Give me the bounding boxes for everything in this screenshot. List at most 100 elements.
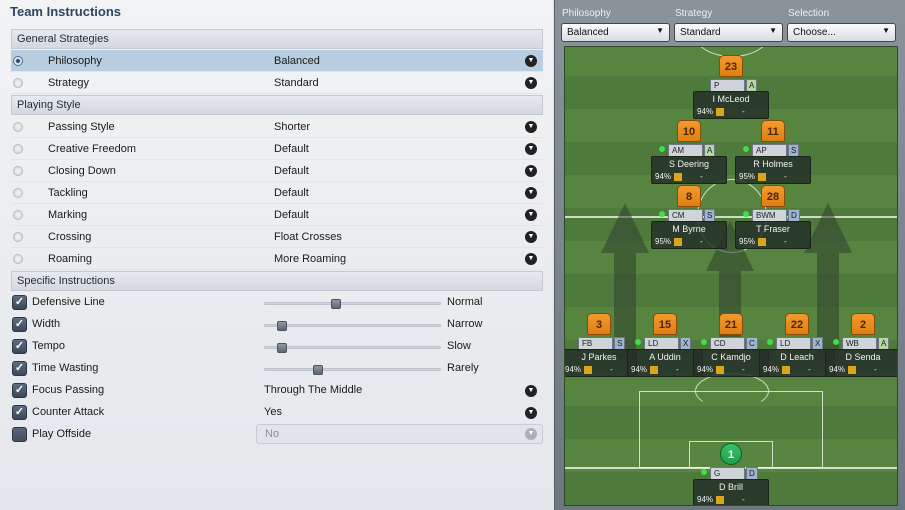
dropdown-value[interactable]: Yes bbox=[264, 406, 282, 418]
section-general-strategies: General Strategies bbox=[11, 29, 543, 49]
dropdown-value[interactable]: Through The Middle bbox=[264, 384, 362, 396]
condition-icon bbox=[758, 172, 767, 181]
role-badge[interactable]: GD bbox=[701, 467, 758, 480]
radio-icon[interactable] bbox=[13, 188, 23, 198]
dropdown-icon[interactable]: ▼ bbox=[525, 165, 537, 177]
player-card[interactable]: 22 LD X D Leach 94% - bbox=[759, 313, 835, 379]
dropdown-icon[interactable]: ▼ bbox=[525, 143, 537, 155]
row-value[interactable]: Float Crosses bbox=[274, 231, 342, 243]
row-passing-style[interactable]: Passing Style Shorter ▼ bbox=[11, 116, 543, 138]
dropdown-icon[interactable]: ▼ bbox=[525, 77, 537, 89]
player-card[interactable]: 21 CD C C Kamdjo 94% - bbox=[693, 313, 769, 379]
strategy-dropdown[interactable]: Standard ▼ bbox=[674, 23, 783, 42]
dropdown-icon[interactable]: ▼ bbox=[525, 385, 537, 397]
checkbox-icon[interactable]: ✓ bbox=[12, 317, 27, 332]
shirt-icon: 22 bbox=[785, 313, 809, 335]
role-badge[interactable]: PA bbox=[710, 79, 758, 92]
slider-track[interactable] bbox=[264, 299, 441, 309]
slider-thumb[interactable] bbox=[277, 321, 287, 331]
dropdown-value: No bbox=[265, 428, 280, 440]
radio-icon[interactable] bbox=[13, 210, 23, 220]
row-value[interactable]: More Roaming bbox=[274, 253, 346, 265]
row-focus-passing[interactable]: ✓ Focus Passing Through The Middle ▼ bbox=[11, 380, 543, 402]
slider-thumb[interactable] bbox=[331, 299, 341, 309]
player-card[interactable]: 10 AM A S Deering 94% - bbox=[651, 120, 727, 186]
radio-icon[interactable] bbox=[13, 232, 23, 242]
radio-icon[interactable] bbox=[13, 166, 23, 176]
dropdown-icon[interactable]: ▼ bbox=[525, 187, 537, 199]
rating: - bbox=[742, 495, 745, 504]
role-badge[interactable]: LD X bbox=[635, 337, 692, 350]
condition-icon bbox=[674, 172, 683, 181]
dropdown-icon[interactable]: ▼ bbox=[525, 209, 537, 221]
dropdown-icon[interactable]: ▼ bbox=[525, 253, 537, 265]
slider-track[interactable] bbox=[264, 365, 441, 375]
player-card[interactable]: 8 CM S M Byrne 95% - bbox=[651, 185, 727, 251]
dropdown-icon[interactable]: ▼ bbox=[525, 55, 537, 67]
name-box: S Deering 94% - bbox=[651, 156, 727, 184]
radio-icon[interactable] bbox=[13, 254, 23, 264]
row-roaming[interactable]: Roaming More Roaming ▼ bbox=[11, 248, 543, 270]
player-card[interactable]: 28 BWM D T Fraser 95% - bbox=[735, 185, 811, 251]
row-counter-attack[interactable]: ✓ Counter Attack Yes ▼ bbox=[11, 402, 543, 424]
philosophy-dropdown[interactable]: Balanced ▼ bbox=[561, 23, 670, 42]
checkbox-icon[interactable]: ✓ bbox=[12, 361, 27, 376]
role-badge[interactable]: CM S bbox=[659, 209, 716, 222]
slider-track[interactable] bbox=[264, 343, 441, 353]
shirt-icon: 11 bbox=[761, 120, 785, 142]
player-name: S Deering bbox=[668, 159, 710, 169]
row-value[interactable]: Standard bbox=[274, 77, 319, 89]
radio-icon[interactable] bbox=[13, 122, 23, 132]
selection-dropdown[interactable]: Choose... ▼ bbox=[787, 23, 896, 42]
row-philosophy[interactable]: Philosophy Balanced ▼ bbox=[11, 50, 543, 72]
row-strategy[interactable]: Strategy Standard ▼ bbox=[11, 72, 543, 94]
checkbox-icon[interactable] bbox=[12, 427, 27, 442]
row-closing-down[interactable]: Closing Down Default ▼ bbox=[11, 160, 543, 182]
condition-value: 94% bbox=[697, 495, 714, 504]
player-card[interactable]: 2 WB A D Senda 94% - bbox=[825, 313, 897, 379]
dropdown-icon[interactable]: ▼ bbox=[525, 407, 537, 419]
row-tackling[interactable]: Tackling Default ▼ bbox=[11, 182, 543, 204]
slider-thumb[interactable] bbox=[313, 365, 323, 375]
player-card[interactable]: 23 PA I McLeod 94% - bbox=[693, 55, 769, 121]
role-badge[interactable]: WB A bbox=[833, 337, 890, 350]
checkbox-icon[interactable]: ✓ bbox=[12, 383, 27, 398]
player-card[interactable]: 1 GD D Brill 94% - bbox=[693, 443, 769, 505]
row-creative-freedom[interactable]: Creative Freedom Default ▼ bbox=[11, 138, 543, 160]
condition-value: 95% bbox=[739, 237, 756, 246]
role-badge[interactable]: BWM D bbox=[743, 209, 800, 222]
row-value[interactable]: Shorter bbox=[274, 121, 310, 133]
row-value[interactable]: Default bbox=[274, 143, 309, 155]
slider-track[interactable] bbox=[264, 321, 441, 331]
condition: 94% bbox=[697, 365, 725, 374]
row-value[interactable]: Default bbox=[274, 187, 309, 199]
row-value[interactable]: Default bbox=[274, 165, 309, 177]
checkbox-icon[interactable]: ✓ bbox=[12, 295, 27, 310]
radio-icon[interactable] bbox=[13, 56, 23, 66]
player-card[interactable]: 11 AP S R Holmes 95% - bbox=[735, 120, 811, 186]
dropdown-icon[interactable]: ▼ bbox=[525, 121, 537, 133]
condition-icon bbox=[650, 365, 659, 374]
row-marking[interactable]: Marking Default ▼ bbox=[11, 204, 543, 226]
shirt-icon: 2 bbox=[851, 313, 875, 335]
dropdown-value: Choose... bbox=[793, 27, 836, 38]
player-card[interactable]: 15 LD X A Uddin 94% - bbox=[627, 313, 703, 379]
row-value[interactable]: Default bbox=[274, 209, 309, 221]
dropdown-icon[interactable]: ▼ bbox=[525, 231, 537, 243]
checkbox-icon[interactable]: ✓ bbox=[12, 339, 27, 354]
row-value[interactable]: Balanced bbox=[274, 55, 320, 67]
condition-value: 95% bbox=[739, 172, 756, 181]
role-badge[interactable]: AP S bbox=[743, 144, 800, 157]
radio-icon[interactable] bbox=[13, 144, 23, 154]
condition-value: 94% bbox=[697, 107, 714, 116]
checkbox-icon[interactable]: ✓ bbox=[12, 405, 27, 420]
row-crossing[interactable]: Crossing Float Crosses ▼ bbox=[11, 226, 543, 248]
slider-thumb[interactable] bbox=[277, 343, 287, 353]
role-badge[interactable]: AM A bbox=[659, 144, 716, 157]
arrow-head-icon bbox=[804, 203, 852, 253]
name-box: R Holmes 95% - bbox=[735, 156, 811, 184]
role-badge[interactable]: LD X bbox=[767, 337, 824, 350]
role-badge[interactable]: CD C bbox=[701, 337, 758, 350]
role-badge[interactable]: FB S bbox=[578, 337, 626, 350]
radio-icon[interactable] bbox=[13, 78, 23, 88]
